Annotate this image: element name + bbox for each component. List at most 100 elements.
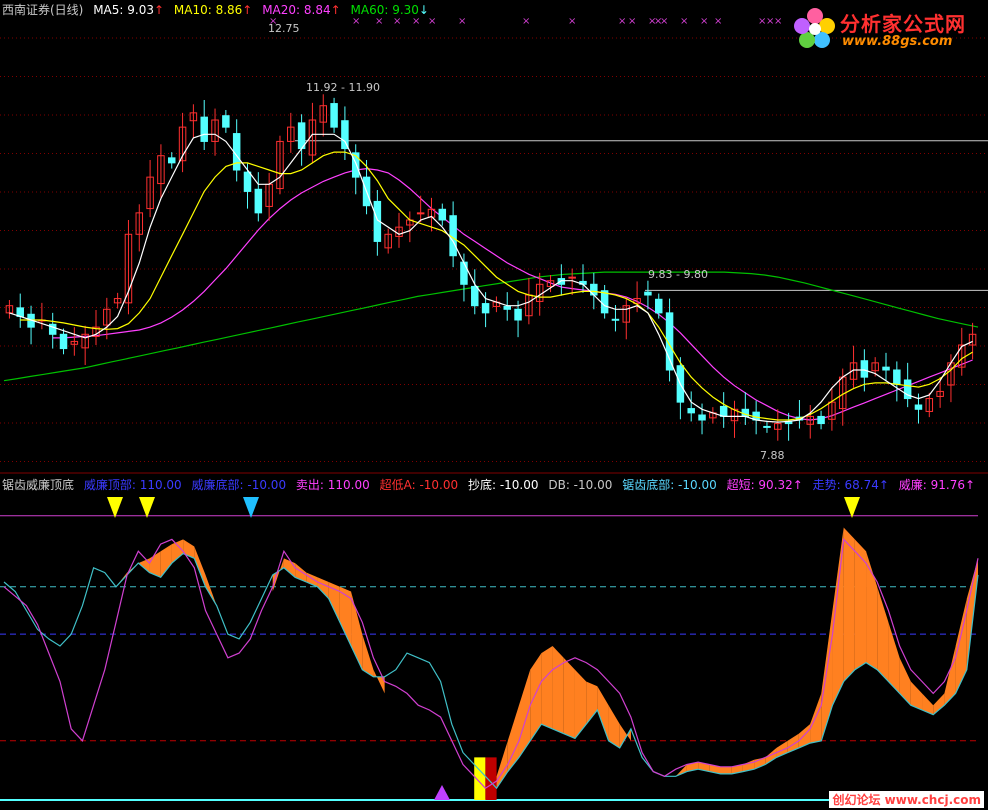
candle-down bbox=[438, 208, 447, 221]
flower-logo-icon bbox=[794, 8, 835, 48]
sell-x-marker: × bbox=[618, 16, 626, 27]
candle-down bbox=[860, 360, 869, 378]
indicator-header: 锯齿威廉顶底 威廉顶部: 110.00 威廉底部: -10.00 卖出: 110… bbox=[2, 478, 981, 492]
ma20-line bbox=[52, 167, 973, 421]
fill-orange bbox=[373, 669, 385, 694]
label-resistance-1: 11.92 - 11.90 bbox=[306, 81, 380, 94]
sell-x-marker: × bbox=[375, 16, 383, 27]
sell-x-marker: × bbox=[568, 16, 576, 27]
top-signal-marker bbox=[243, 497, 259, 518]
fill-orange bbox=[866, 551, 878, 670]
ma60-line bbox=[3, 271, 979, 382]
sell-x-marker: × bbox=[352, 16, 360, 27]
candle-down bbox=[254, 188, 263, 214]
ma10-value: MA10: 8.86↑ bbox=[173, 3, 253, 17]
fill-orange bbox=[955, 598, 967, 694]
ma60-path bbox=[3, 271, 979, 382]
stock-chart-canvas[interactable]: × × × × × × × × × × × ××× × × × × × × bbox=[0, 0, 988, 810]
fill-orange bbox=[496, 740, 508, 789]
candle-down bbox=[167, 157, 176, 164]
ma5-value: MA5: 9.03↑ bbox=[93, 3, 165, 17]
candle-down bbox=[914, 404, 923, 410]
top-signal-marker bbox=[139, 497, 155, 518]
logo-url: www.88gs.com bbox=[842, 34, 953, 49]
stock-title: 西南证券(日线) bbox=[2, 3, 84, 17]
candlesticks bbox=[5, 94, 977, 441]
fill-orange bbox=[944, 646, 956, 706]
fill-orange bbox=[541, 646, 553, 729]
candle-down bbox=[503, 305, 511, 310]
site-logo: 分析家公式网 www.88gs.com bbox=[792, 4, 982, 54]
candle-up bbox=[568, 276, 576, 279]
fill-orange bbox=[552, 646, 564, 734]
sell-x-marker: × bbox=[680, 16, 688, 27]
ma5-line bbox=[9, 133, 973, 423]
candle-down bbox=[687, 408, 695, 414]
label-high: 12.75 bbox=[268, 22, 300, 35]
candle-down bbox=[893, 369, 901, 385]
ma20-path bbox=[52, 167, 973, 421]
candle-down bbox=[600, 290, 609, 314]
fill-orange bbox=[720, 766, 732, 774]
candle-down bbox=[460, 261, 468, 285]
label-low: 7.88 bbox=[760, 449, 785, 462]
sell-x-marker: × bbox=[628, 16, 636, 27]
fill-orange bbox=[283, 558, 296, 578]
sell-x-marker: × bbox=[700, 16, 708, 27]
candle-down bbox=[644, 291, 652, 296]
candle-down bbox=[817, 415, 825, 425]
sell-x-marker: × bbox=[458, 16, 466, 27]
sell-x-marker: × bbox=[412, 16, 420, 27]
ind-item-5: DB: -10.00 bbox=[548, 478, 613, 492]
candle-up bbox=[416, 212, 425, 215]
label-resistance-2: 9.83 - 9.80 bbox=[648, 268, 708, 281]
candle-down bbox=[654, 298, 663, 314]
candle-down bbox=[59, 333, 68, 350]
candle-down bbox=[611, 318, 620, 321]
candle-down bbox=[341, 120, 349, 150]
sell-x-marker: × bbox=[660, 16, 668, 27]
candle-down bbox=[719, 405, 728, 417]
ind-item-3: 超低A: -10.00 bbox=[379, 478, 459, 492]
candle-down bbox=[763, 425, 771, 428]
candle-down bbox=[200, 116, 208, 142]
fill-orange bbox=[854, 539, 867, 670]
candle-down bbox=[481, 303, 490, 314]
fill-orange bbox=[877, 586, 889, 682]
candle-down bbox=[557, 278, 566, 285]
fill-orange bbox=[171, 539, 184, 564]
fill-orange bbox=[843, 527, 855, 682]
fill-orange bbox=[194, 546, 206, 587]
fill-orange bbox=[574, 669, 587, 739]
candle-down bbox=[471, 285, 479, 307]
top-signal-marker bbox=[107, 497, 123, 518]
candle-down bbox=[698, 414, 706, 421]
candle-down bbox=[243, 171, 252, 192]
fill-orange bbox=[563, 657, 575, 739]
ma5-path bbox=[9, 133, 973, 423]
bottom-signal-marker bbox=[434, 785, 450, 800]
fill-orange bbox=[138, 558, 150, 573]
logo-name: 分析家公式网 bbox=[840, 12, 966, 36]
sell-x-marker: × bbox=[774, 16, 782, 27]
fill-orange bbox=[160, 544, 172, 578]
sell-x-marker: × bbox=[393, 16, 401, 27]
ind-item-2: 卖出: 110.00 bbox=[295, 478, 370, 492]
ind-item-7: 超短: 90.32↑ bbox=[726, 478, 803, 492]
ind-item-9: 威廉: 91.76↑ bbox=[898, 478, 976, 492]
ind-item-6: 锯齿底部: -10.00 bbox=[622, 478, 717, 492]
watermark: 创幻论坛 www.chcj.com bbox=[829, 791, 984, 808]
ind-item-1: 威廉底部: -10.00 bbox=[191, 478, 287, 492]
ind-item-4: 抄底: -10.00 bbox=[467, 478, 539, 492]
fill-orange bbox=[922, 693, 934, 715]
indicator-title: 锯齿威廉顶底 bbox=[2, 478, 75, 492]
candle-down bbox=[514, 308, 522, 321]
ma60-value: MA60: 9.30↓ bbox=[350, 3, 429, 17]
signal-markers: × × × × × × × × × × × ××× × × × × × × bbox=[107, 16, 860, 800]
ind-item-0: 威廉顶部: 110.00 bbox=[83, 478, 182, 492]
indicator-fills bbox=[115, 527, 978, 800]
candle-down bbox=[882, 366, 890, 371]
candle-down bbox=[222, 115, 230, 128]
ma20-value: MA20: 8.84↑ bbox=[262, 3, 341, 17]
sell-x-marker: × bbox=[714, 16, 722, 27]
